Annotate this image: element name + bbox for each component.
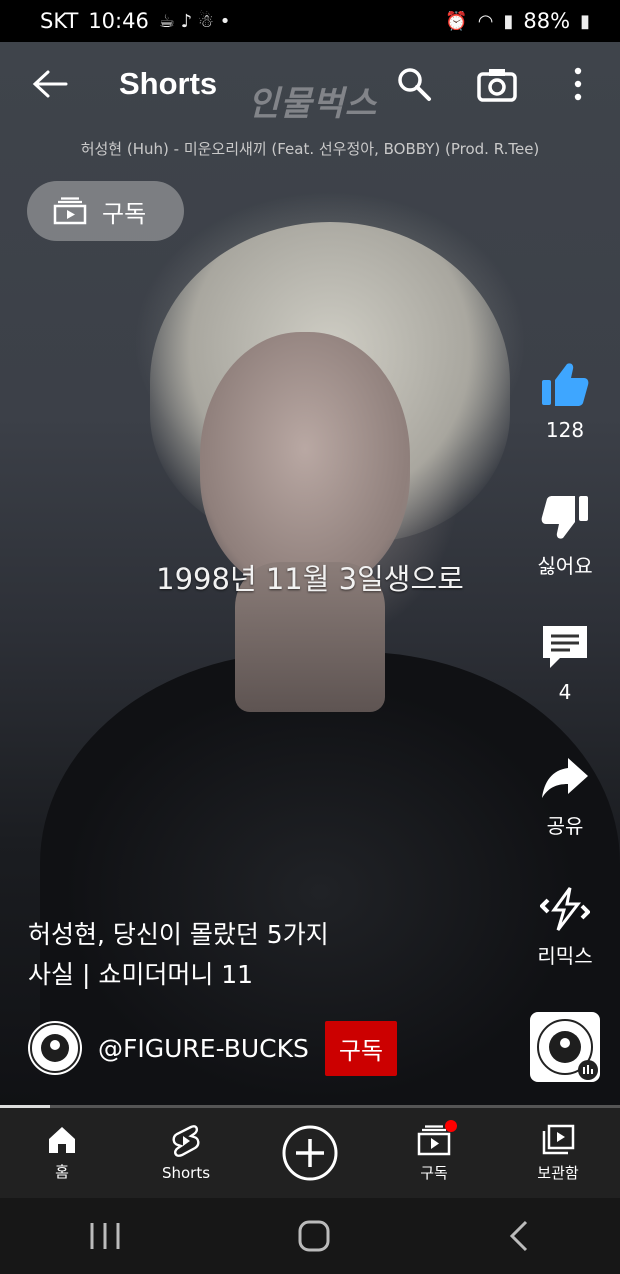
back-button-icon[interactable] [506,1219,532,1253]
home-icon [49,1126,75,1153]
create-plus-icon [282,1125,338,1181]
video-title-line-1: 허성현, 당신이 몰랐던 5가지 [28,920,329,949]
subscriptions-icon [53,197,87,225]
status-bar: SKT 10:46 ☕ ♪ ☃ • ⏰ ◠ ▮ 88% ▮ [0,0,620,42]
shorts-icon [172,1125,200,1157]
nav-library-label: 보관함 [537,1163,579,1182]
back-arrow-icon[interactable] [30,68,70,100]
remix-label: 리믹스 [537,944,593,968]
comments-button[interactable]: 4 [520,622,610,704]
camera-icon[interactable] [477,66,517,102]
video-title[interactable]: 허성현, 당신이 몰랐던 5가지 사실 | 쇼미더머니 11 [28,915,448,995]
channel-row: @FIGURE-BUCKS 구독 [28,1020,398,1076]
share-icon [542,758,588,798]
subscriptions-chip-label: 구독 [102,199,147,228]
remix-button[interactable]: 리믹스 [520,886,610,969]
nav-home[interactable]: 홈 [12,1125,112,1182]
nav-subscriptions[interactable]: 구독 [384,1119,484,1183]
thumbs-down-icon [541,496,588,539]
video-frame-face [200,332,410,592]
starbucks-style-logo-icon [30,1023,80,1073]
status-left: SKT 10:46 ☕ ♪ ☃ • [40,9,230,33]
top-app-bar: Shorts 인물벅스 [0,42,620,128]
comment-count: 4 [558,680,572,704]
battery-icon: ▮ [580,10,590,32]
nav-home-label: 홈 [55,1162,69,1181]
clock: 10:46 [88,9,149,33]
carrier-label: SKT [40,9,79,33]
nav-subscriptions-label: 구독 [420,1163,448,1182]
song-label[interactable]: 허성현 (Huh) - 미운오리새끼 (Feat. 선우정아, BOBBY) (… [0,138,620,159]
thumbs-up-icon [542,363,589,406]
channel-watermark: 인물벅스 [248,84,378,124]
bottom-navigation: 홈 Shorts 구독 보관함 [0,1108,620,1198]
wifi-icon: ◠ [477,10,494,32]
dislike-label: 싫어요 [537,554,593,578]
home-button-icon[interactable] [297,1219,331,1253]
sound-thumbnail[interactable] [530,1012,600,1082]
comment-icon [543,626,587,668]
page-title: Shorts [119,66,218,101]
nav-library[interactable]: 보관함 [508,1124,608,1183]
notification-icons: ☕ ♪ ☃ • [158,10,231,32]
remix-icon [540,887,590,931]
dislike-button[interactable]: 싫어요 [520,492,610,579]
video-title-line-2: 사실 | 쇼미더머니 11 [28,960,254,989]
subscriptions-chip[interactable]: 구독 [27,181,184,241]
battery-percent: 88% [523,9,571,33]
search-icon[interactable] [396,66,432,102]
nav-shorts[interactable]: Shorts [136,1124,236,1182]
status-right: ⏰ ◠ ▮ 88% ▮ [445,9,590,33]
library-icon [542,1124,575,1154]
sound-logo-icon [537,1019,598,1080]
channel-avatar[interactable] [28,1021,82,1075]
recent-apps-icon[interactable] [88,1221,122,1251]
like-button[interactable]: 128 [520,360,610,442]
subscribe-button[interactable]: 구독 [324,1020,398,1076]
nav-shorts-label: Shorts [161,1164,211,1182]
notification-dot [445,1119,457,1132]
share-label: 공유 [546,814,584,838]
signal-icon: ▮ [503,10,514,32]
share-button[interactable]: 공유 [520,756,610,839]
system-navigation-bar [0,1198,620,1274]
like-count: 128 [545,418,585,442]
alarm-icon: ⏰ [445,10,468,32]
nav-create[interactable] [260,1124,360,1182]
channel-handle[interactable]: @FIGURE-BUCKS [98,1034,309,1063]
more-vert-icon[interactable] [570,66,586,102]
